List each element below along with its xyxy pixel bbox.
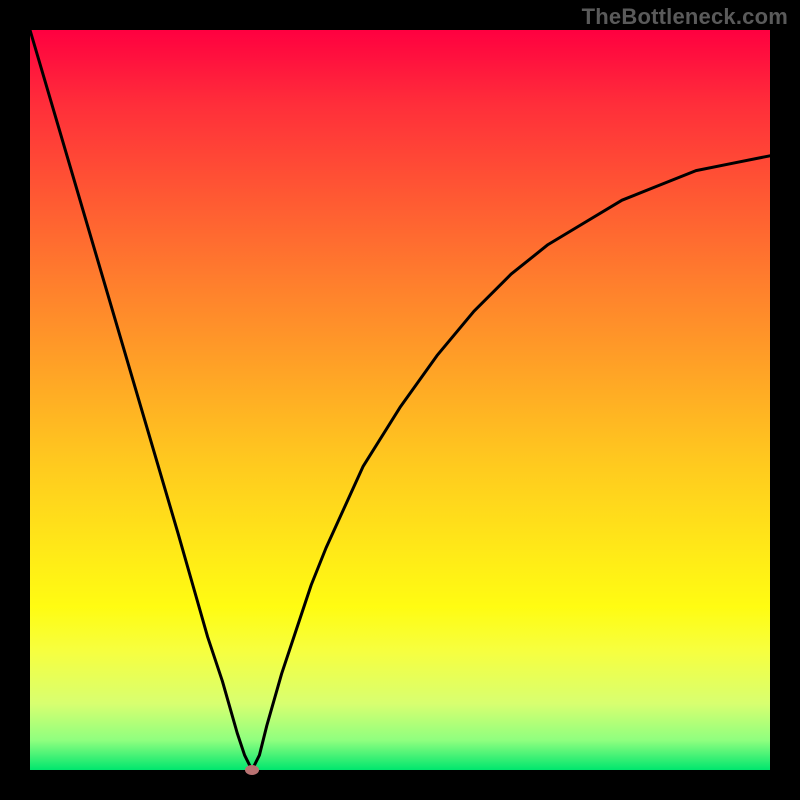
watermark-text: TheBottleneck.com [582, 4, 788, 30]
chart-frame: TheBottleneck.com [0, 0, 800, 800]
optimal-point-dot [245, 765, 259, 775]
curve-path [30, 30, 770, 770]
bottleneck-curve [30, 30, 770, 770]
